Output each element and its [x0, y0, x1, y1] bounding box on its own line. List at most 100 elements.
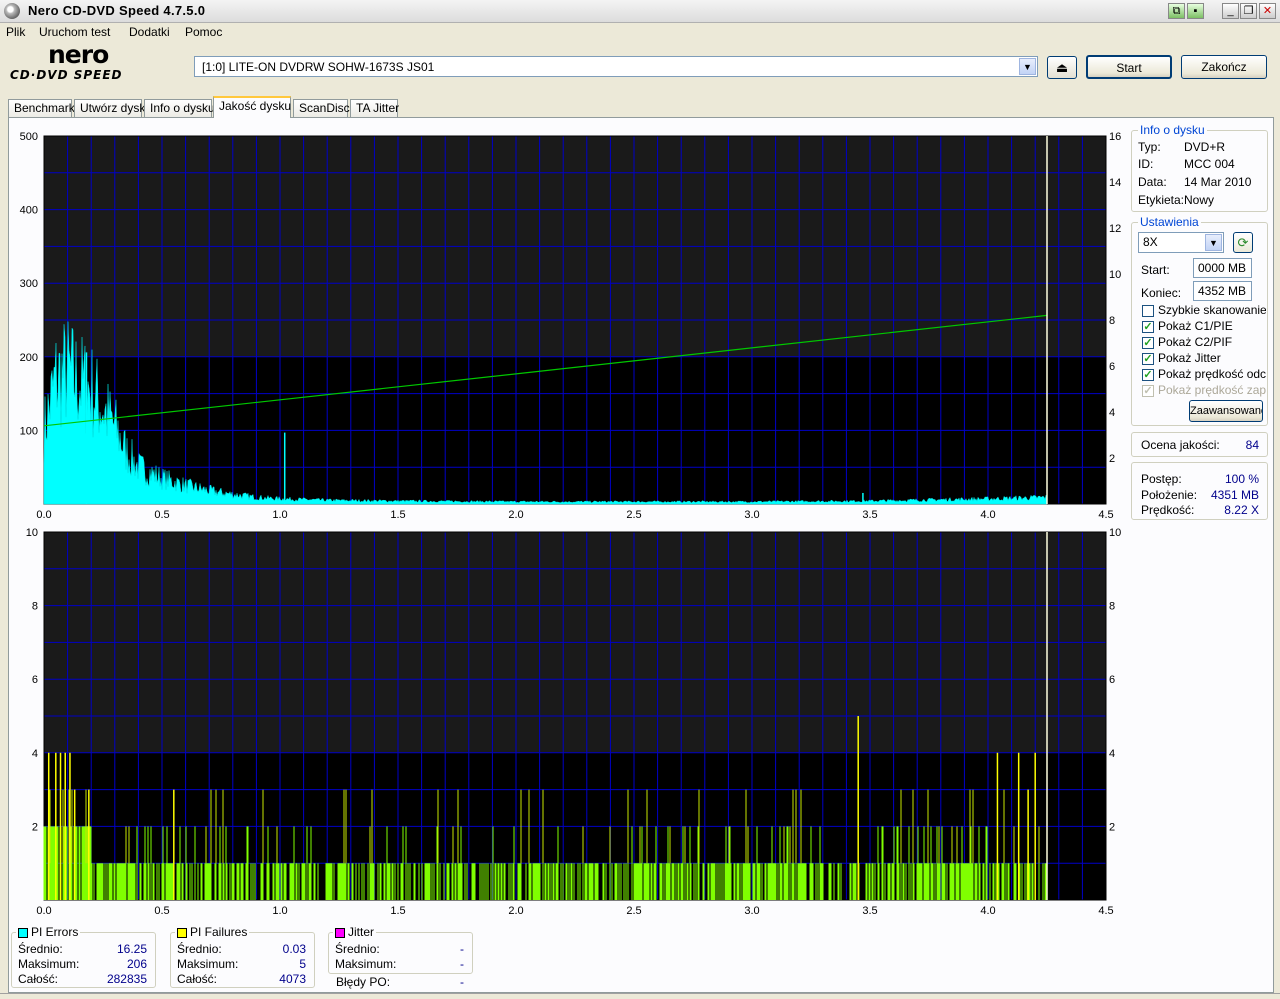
x-tick-label: 2.0 — [508, 905, 523, 917]
x-tick-label: 3.0 — [744, 905, 759, 917]
pi-failures-stats: PI Failures Średnio: 0.03 Maksimum: 5 Ca… — [170, 925, 315, 988]
jitter-max-value: - — [460, 957, 464, 971]
pif-max-value: 5 — [299, 957, 306, 971]
pi-failures-legend-icon — [177, 927, 187, 938]
pi-errors-chart: 0.0 0.5 1.0 1.5 2.0 2.5 3.0 3.5 4.0 4.5 100 200 300 4… — [20, 131, 1122, 521]
progress-label: Postęp: — [1141, 472, 1182, 486]
y-tick-label-left: 10 — [26, 527, 38, 539]
option-checkbox[interactable]: ✓ — [1142, 353, 1154, 365]
nero-logo: nero CD·DVD SPEED — [10, 40, 123, 82]
speed-label: Prędkość: — [1141, 503, 1195, 517]
jitter-stats: Jitter Średnio: - Maksimum: - — [328, 925, 473, 974]
quality-label: Ocena jakości: — [1141, 438, 1220, 452]
pie-max-value: 206 — [126, 957, 147, 971]
x-tick-label: 0.0 — [36, 509, 51, 521]
speed-select-value: 8X — [1143, 235, 1158, 249]
x-tick-label: 1.5 — [390, 509, 405, 521]
eject-button[interactable]: ⏏ — [1047, 56, 1077, 79]
disc-type-label: Typ: — [1138, 140, 1161, 154]
x-tick-label: 3.5 — [862, 905, 877, 917]
menu-plik[interactable]: Plik — [6, 25, 25, 39]
option-label: Pokaż C1/PIE — [1158, 319, 1233, 333]
tab-benchmark[interactable]: Benchmark — [8, 99, 75, 117]
speed-value: 8.22 X — [1224, 503, 1259, 517]
tab-create-disc[interactable]: Utwórz dysk — [74, 99, 145, 117]
minimize-button[interactable]: _ — [1222, 3, 1239, 19]
quality-score: 84 — [1245, 438, 1259, 452]
y-tick-label-left: 4 — [32, 748, 38, 760]
settings-title: Ustawienia — [1138, 215, 1201, 229]
menu-uruchom-test[interactable]: Uruchom test — [39, 25, 110, 39]
y-tick-label-right: 16 — [1109, 131, 1121, 143]
title-bar: Nero CD-DVD Speed 4.7.5.0 ⧉ ▪ _ ❐ ✕ — [0, 0, 1280, 23]
copy-icon[interactable]: ⧉ — [1168, 3, 1185, 19]
pi-failures-title: PI Failures — [190, 925, 248, 939]
pi-failures-chart: 0.0 0.5 1.0 1.5 2.0 2.5 3.0 3.5 4.0 4.5 2 4 6 8 10 2 4 6 8… — [26, 527, 1122, 917]
pif-avg-label: Średnio: — [177, 942, 222, 956]
pif-max-label: Maksimum: — [177, 957, 239, 971]
save-icon[interactable]: ▪ — [1187, 3, 1204, 19]
menu-pomoc[interactable]: Pomoc — [185, 25, 222, 39]
y-tick-label-right: 6 — [1109, 674, 1115, 686]
po-errors-label: Błędy PO: — [336, 975, 391, 989]
x-tick-label: 0.5 — [154, 509, 169, 521]
x-tick-label: 0.0 — [36, 905, 51, 917]
refresh-icon[interactable]: ⟳ — [1233, 232, 1253, 253]
x-tick-label: 1.0 — [272, 905, 287, 917]
speed-select[interactable]: 8X ▼ — [1138, 232, 1224, 253]
status-bar — [0, 993, 1280, 999]
pie-total-label: Całość: — [18, 972, 59, 986]
y-tick-label-right: 10 — [1109, 269, 1121, 281]
x-tick-label: 3.5 — [862, 509, 877, 521]
end-label: Koniec: — [1141, 286, 1182, 300]
jitter-title: Jitter — [348, 925, 375, 939]
pi-errors-stats: PI Errors Średnio: 16.25 Maksimum: 206 C… — [11, 925, 156, 988]
menu-dodatki[interactable]: Dodatki — [129, 25, 170, 39]
tab-disc-quality[interactable]: Jakość dysku — [213, 96, 291, 118]
end-input[interactable]: 4352 MB — [1193, 281, 1252, 301]
jitter-avg-label: Średnio: — [335, 942, 380, 956]
option-checkbox[interactable]: ✓ — [1142, 337, 1154, 349]
tab-scandisc[interactable]: ScanDisc — [293, 99, 350, 117]
chevron-down-icon[interactable]: ▼ — [1205, 234, 1222, 251]
y-tick-label-left: 8 — [32, 601, 38, 613]
x-tick-label: 4.0 — [980, 509, 995, 521]
pie-total-value: 282835 — [106, 972, 147, 986]
option-checkbox[interactable]: ✓ — [1142, 321, 1154, 333]
start-input[interactable]: 0000 MB — [1193, 258, 1252, 278]
progress-value: 100 % — [1224, 472, 1259, 486]
x-tick-label: 1.0 — [272, 509, 287, 521]
option-checkbox[interactable] — [1142, 305, 1154, 317]
y-tick-label-left: 500 — [20, 131, 38, 143]
pi-errors-title: PI Errors — [31, 925, 79, 939]
start-button[interactable]: Start — [1086, 55, 1172, 79]
drive-select-value: [1:0] LITE-ON DVDRW SOHW-1673S JS01 — [202, 60, 435, 74]
y-tick-label-left: 2 — [32, 821, 38, 833]
disc-id-value: MCC 004 — [1184, 157, 1235, 171]
tab-ta-jitter[interactable]: TA Jitter — [350, 99, 399, 117]
y-tick-label-right: 6 — [1109, 361, 1115, 373]
disc-date-value: 14 Mar 2010 — [1184, 175, 1252, 189]
pie-avg-value: 16.25 — [116, 942, 147, 956]
option-label: Pokaż prędkość zapisu — [1158, 383, 1266, 397]
advanced-button[interactable]: Zaawansowane — [1189, 400, 1263, 422]
jitter-max-label: Maksimum: — [335, 957, 397, 971]
close-button[interactable]: ✕ — [1259, 3, 1276, 19]
y-tick-label-left: 400 — [20, 205, 38, 217]
stop-button[interactable]: Zakończ — [1181, 55, 1267, 79]
x-tick-label: 2.5 — [626, 905, 641, 917]
pi-errors-legend-icon — [18, 927, 28, 938]
option-label: Pokaż prędkość odczytu — [1158, 367, 1266, 381]
chevron-down-icon[interactable]: ▼ — [1019, 58, 1036, 75]
jitter-avg-value: - — [460, 942, 464, 956]
option-checkbox[interactable]: ✓ — [1142, 369, 1154, 381]
maximize-button[interactable]: ❐ — [1240, 3, 1257, 19]
disc-type-value: DVD+R — [1184, 140, 1226, 154]
y-tick-label-right: 2 — [1109, 453, 1115, 465]
drive-select[interactable]: [1:0] LITE-ON DVDRW SOHW-1673S JS01 ▼ — [194, 56, 1038, 77]
tab-disc-info[interactable]: Info o dysku — [144, 99, 215, 117]
y-tick-label-right: 14 — [1109, 177, 1121, 189]
option-label: Pokaż C2/PIF — [1158, 335, 1233, 349]
x-tick-label: 4.5 — [1098, 905, 1113, 917]
y-tick-label-left: 6 — [32, 674, 38, 686]
